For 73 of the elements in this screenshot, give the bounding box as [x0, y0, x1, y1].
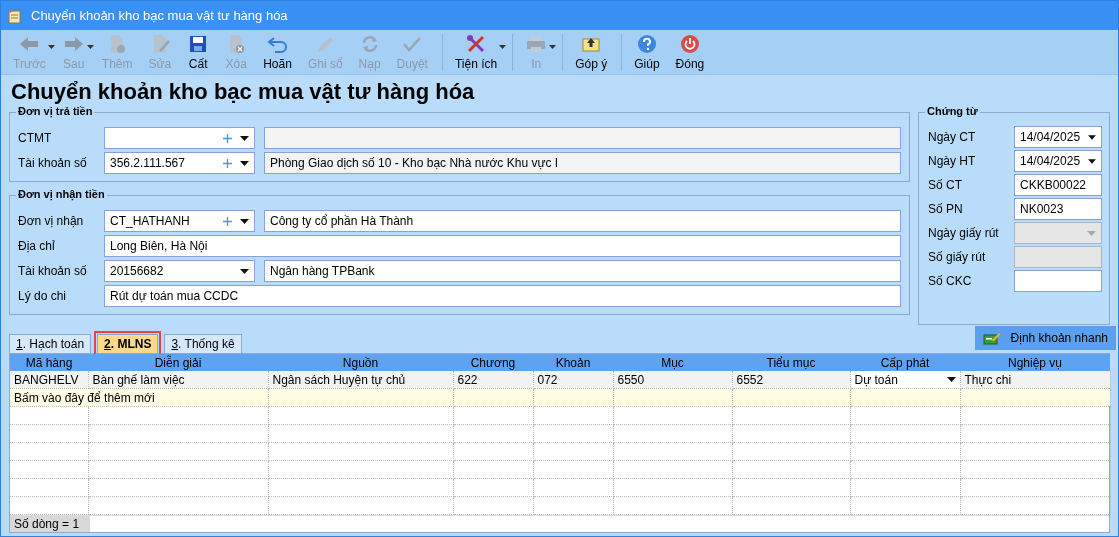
- tab[interactable]: 3. Thống kê: [164, 334, 242, 353]
- description-field[interactable]: Công ty cổ phần Hà Thành: [264, 210, 901, 232]
- column-header[interactable]: Nghiệp vụ: [960, 354, 1110, 371]
- toolbar-button[interactable]: Cất: [179, 33, 218, 71]
- field-label: Tài khoản số: [18, 156, 88, 170]
- column-header[interactable]: Mã hàng: [10, 354, 88, 371]
- table-cell: BANGHELV: [10, 371, 88, 389]
- toolbar-button[interactable]: Tiện ích: [441, 33, 506, 71]
- column-header[interactable]: Khoản: [533, 354, 613, 371]
- field-label: Số giấy rút: [928, 250, 986, 264]
- column-header[interactable]: Tiểu mục: [732, 354, 850, 371]
- input-field[interactable]: NK0023: [1014, 198, 1102, 220]
- tab[interactable]: 2. MLNS: [97, 334, 159, 353]
- group-title: Đơn vị trả tiền: [16, 105, 95, 117]
- toolbar-button[interactable]: Góp ý: [562, 33, 616, 71]
- window-title: Chuyển khoản kho bạc mua vật tư hàng hóa: [31, 8, 288, 23]
- column-header[interactable]: Diễn giải: [88, 354, 268, 371]
- toolbar-button[interactable]: Hoãn: [255, 33, 300, 71]
- field-label: Số CT: [928, 178, 962, 192]
- help-icon: [635, 33, 658, 54]
- field-label: Ngày giấy rút: [928, 226, 999, 240]
- description-field[interactable]: Ngân hàng TPBank: [264, 260, 901, 282]
- row-count: Số dòng = 1: [10, 516, 90, 532]
- field-label: Số CKC: [928, 274, 972, 288]
- input-field[interactable]: [1014, 270, 1102, 292]
- group-title: Đơn vị nhận tiền: [16, 188, 107, 200]
- dropdown-arrow-icon[interactable]: [240, 160, 249, 166]
- date-field[interactable]: 14/04/2025: [1014, 126, 1102, 148]
- power-icon: [678, 33, 701, 54]
- input-field[interactable]: Rút dự toán mua CCDC: [104, 285, 901, 307]
- group-title: Chứng từ: [925, 105, 980, 117]
- field-label: Địa chỉ: [18, 239, 56, 253]
- field-label: Số PN: [928, 202, 963, 216]
- field-label: Ngày CT: [928, 130, 976, 144]
- column-header[interactable]: Cấp phát: [850, 354, 960, 371]
- table-cell: 072: [533, 371, 613, 389]
- field-label: Tài khoản số: [18, 264, 88, 278]
- field-label: CTMT: [18, 131, 53, 145]
- column-header[interactable]: Chương: [453, 354, 533, 371]
- page-heading: Chuyển khoản kho bạc mua vật tư hàng hóa: [11, 79, 476, 105]
- column-header[interactable]: Nguồn: [268, 354, 453, 371]
- table-cell: 6550: [613, 371, 732, 389]
- quick-entry-button[interactable]: Định khoản nhanh: [974, 326, 1116, 350]
- table-cell: 6552: [732, 371, 850, 389]
- lookup-field[interactable]: [104, 127, 255, 149]
- dropdown-arrow-icon[interactable]: [240, 135, 249, 141]
- lookup-field[interactable]: CT_HATHANH: [104, 210, 255, 232]
- dropdown-field[interactable]: 20156682: [104, 260, 255, 282]
- toolbar-button[interactable]: Giúp: [621, 33, 668, 71]
- date-field[interactable]: 14/04/2025: [1014, 150, 1102, 172]
- printer-icon: [525, 33, 548, 54]
- dropdown-arrow-icon[interactable]: [1088, 134, 1096, 140]
- card-pencil-icon: [982, 331, 1001, 345]
- field-label: Ngày HT: [928, 154, 976, 168]
- field-label: Đơn vị nhận: [18, 214, 85, 228]
- dropdown-arrow-icon[interactable]: [499, 45, 507, 49]
- dropdown-arrow-icon[interactable]: [946, 377, 956, 382]
- lookup-field[interactable]: 356.2.111.567: [104, 152, 255, 174]
- table-cell: Thực chi: [960, 371, 1110, 389]
- add-icon[interactable]: [223, 158, 232, 168]
- table-cell: Bàn ghế làm việc: [88, 371, 268, 389]
- dropdown-cell[interactable]: Dự toán: [850, 371, 959, 388]
- input-field[interactable]: CKKB00022: [1014, 174, 1102, 196]
- app-icon: [7, 7, 23, 24]
- dropdown-arrow-icon[interactable]: [1088, 158, 1096, 164]
- toolbar-button[interactable]: Đóng: [667, 33, 713, 71]
- column-header[interactable]: Mục: [613, 354, 732, 371]
- tab[interactable]: 1. Hạch toán: [9, 334, 92, 353]
- table-cell: Ngân sách Huyện tự chủ: [268, 371, 453, 389]
- input-field[interactable]: Long Biên, Hà Nội: [104, 235, 901, 257]
- table-cell: 622: [453, 371, 533, 389]
- add-icon[interactable]: [223, 133, 232, 143]
- field-label: Lý do chi: [18, 289, 68, 303]
